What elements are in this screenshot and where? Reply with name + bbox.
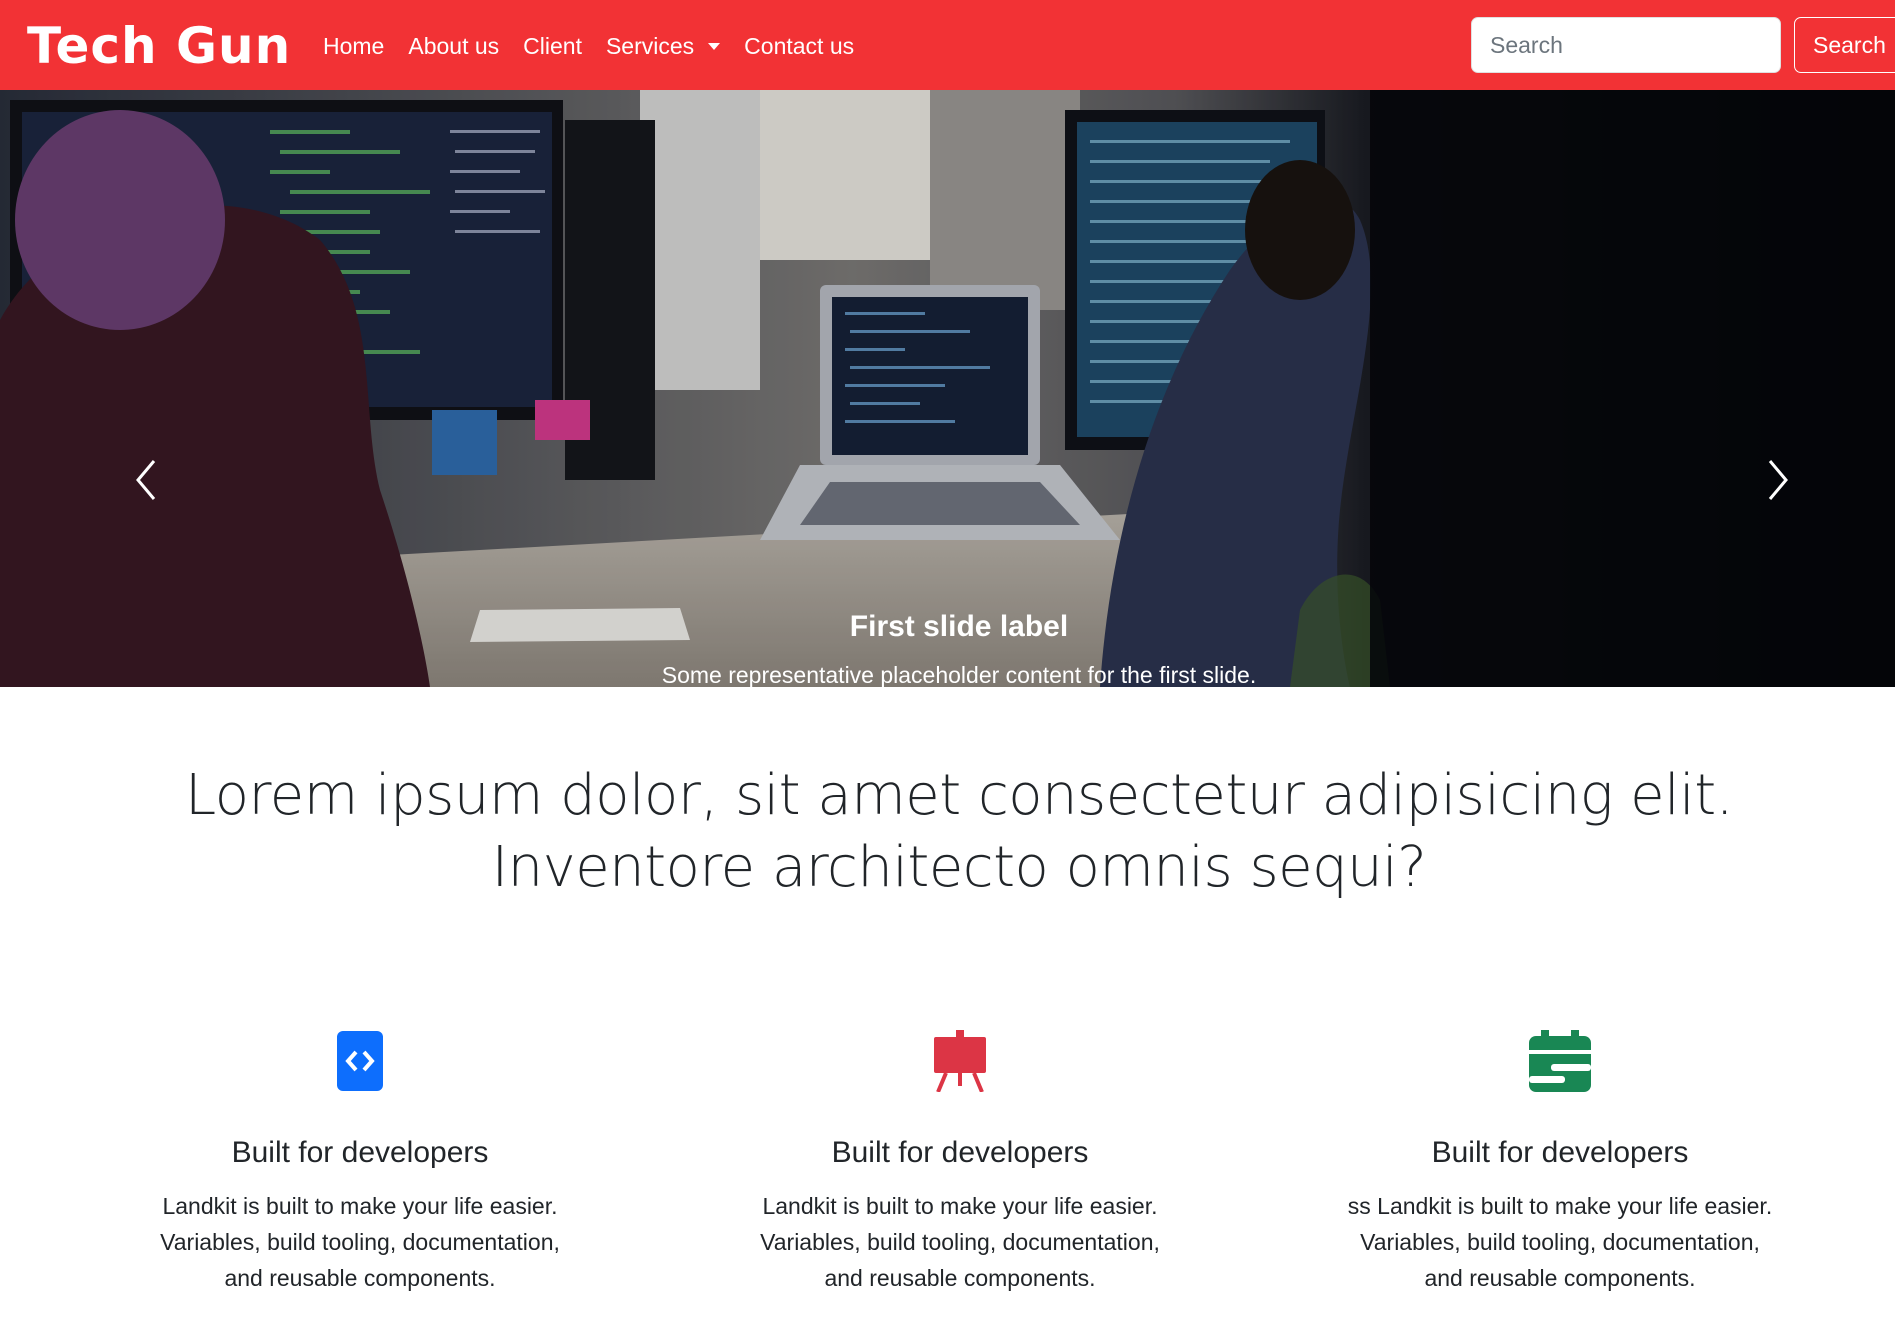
feature-text-line: Landkit is built to make your life easie… — [162, 1193, 558, 1219]
carousel-next-icon[interactable] — [1756, 455, 1796, 505]
search-input[interactable] — [1471, 17, 1781, 73]
feature-text-line: Landkit is built to make your life easie… — [762, 1193, 1158, 1219]
feature-text-line: and reusable components. — [824, 1265, 1096, 1291]
feature-title: Built for developers — [831, 1136, 1089, 1169]
lead-heading: Lorem ipsum dolor, sit amet consectetur … — [0, 760, 1895, 904]
search-button[interactable]: Search — [1794, 17, 1895, 73]
navbar: Tech Gun Home About us Client Services C… — [0, 0, 1895, 90]
feature-text-line: and reusable components. — [224, 1265, 496, 1291]
feature-title: Built for developers — [1431, 1136, 1689, 1169]
nav-link-about[interactable]: About us — [408, 30, 499, 62]
brand-logo[interactable]: Tech Gun — [27, 16, 291, 76]
slide-caption-title: First slide label — [849, 610, 1069, 643]
feature-title: Built for developers — [231, 1136, 489, 1169]
feature-text-line: Variables, build tooling, documentation, — [160, 1229, 560, 1255]
feature-text: Landkit is built to make your life easie… — [660, 1188, 1260, 1296]
nav-link-services-label: Services — [605, 33, 695, 59]
feature-text: Landkit is built to make your life easie… — [60, 1188, 660, 1296]
code-icon — [337, 1031, 383, 1091]
feature-text: ss Landkit is built to make your life ea… — [1260, 1188, 1860, 1296]
feature-card: Built for developers Landkit is built to… — [660, 1030, 1260, 1296]
nav-link-home[interactable]: Home — [323, 30, 384, 62]
caret-down-icon — [708, 42, 721, 50]
feature-text-line: Variables, build tooling, documentation, — [760, 1229, 1160, 1255]
feature-text-line: ss Landkit is built to make your life ea… — [1347, 1193, 1773, 1219]
lead-line-2: Inventore architecto omnis sequi? — [491, 835, 1427, 900]
nav-dropdown-services[interactable]: Services — [605, 30, 721, 62]
easel-icon — [934, 1030, 986, 1092]
lead-line-1: Lorem ipsum dolor, sit amet consectetur … — [184, 763, 1734, 828]
slide-caption-text: Some representative placeholder content … — [661, 662, 1257, 687]
feature-card: Built for developers ss Landkit is built… — [1260, 1030, 1860, 1296]
feature-card: Built for developers Landkit is built to… — [60, 1030, 660, 1296]
slide-image — [0, 90, 1895, 687]
calendar-icon — [1529, 1030, 1591, 1092]
hero-carousel: First slide label Some representative pl… — [0, 90, 1895, 687]
nav-link-contact[interactable]: Contact us — [744, 30, 854, 62]
feature-text-line: and reusable components. — [1424, 1265, 1696, 1291]
feature-text-line: Variables, build tooling, documentation, — [1360, 1229, 1760, 1255]
carousel-prev-icon[interactable] — [128, 455, 168, 505]
nav-links: Home About us Client Services Contact us — [323, 30, 878, 62]
nav-link-client[interactable]: Client — [523, 30, 582, 62]
